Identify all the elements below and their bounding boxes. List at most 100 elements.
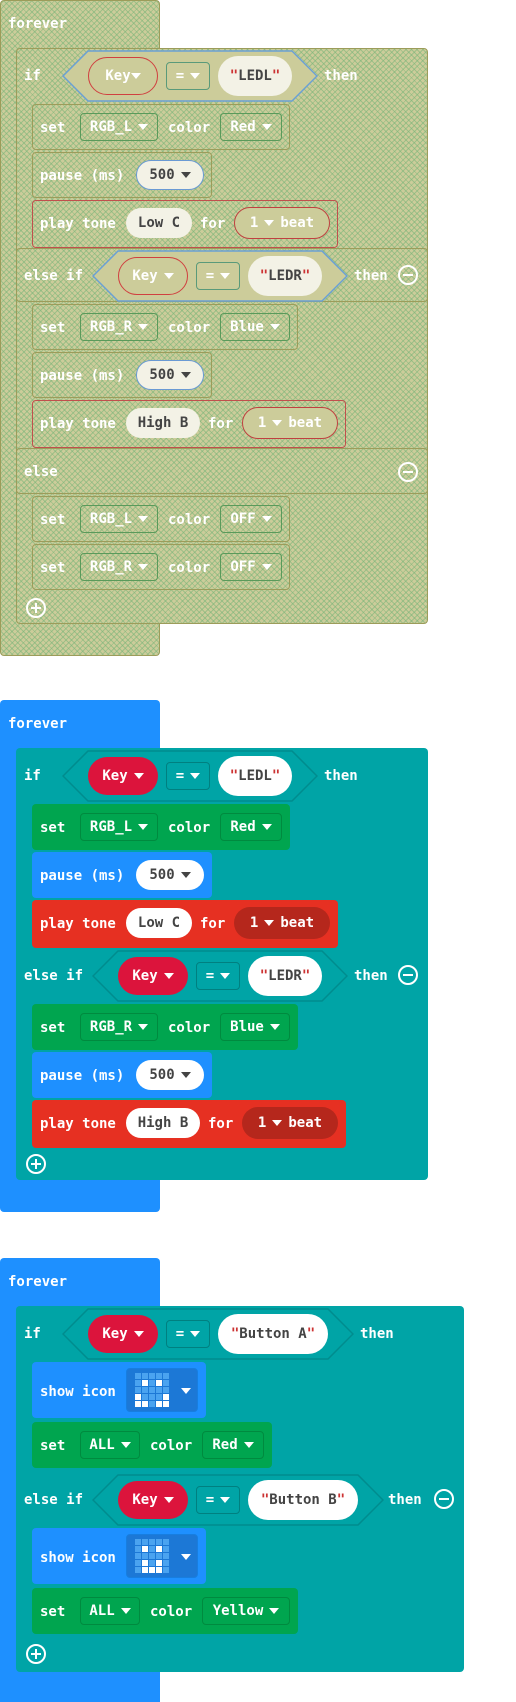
remove-icon[interactable] xyxy=(398,462,418,482)
key-dropdown[interactable]: Key xyxy=(118,257,188,295)
key-dropdown[interactable]: Key xyxy=(88,57,158,95)
else-row xyxy=(16,448,428,494)
note-value[interactable]: Low C xyxy=(126,208,192,238)
color-dropdown[interactable]: Red xyxy=(202,1431,264,1459)
color-dropdown[interactable]: OFF xyxy=(220,553,282,581)
dropdown-arrow-icon xyxy=(120,1608,131,1614)
key-dropdown[interactable]: Key xyxy=(118,1481,188,1519)
string-value[interactable]: " LEDL " xyxy=(218,756,292,796)
operator-dropdown[interactable]: = xyxy=(166,1320,210,1348)
operator-dropdown[interactable]: = xyxy=(196,262,240,290)
if-label: if xyxy=(24,768,41,784)
color-label: color xyxy=(168,1020,211,1036)
dropdown-arrow-icon xyxy=(133,773,144,779)
led-dropdown[interactable]: RGB_R xyxy=(80,313,158,341)
led-dropdown[interactable]: RGB_L xyxy=(80,813,158,841)
dropdown-arrow-icon xyxy=(272,420,283,426)
add-icon[interactable] xyxy=(26,1644,46,1664)
dropdown-arrow-icon xyxy=(138,824,149,830)
dropdown-arrow-icon xyxy=(220,273,231,279)
string-value[interactable]: " LEDR " xyxy=(248,256,322,296)
remove-icon[interactable] xyxy=(434,1489,454,1509)
string-value[interactable]: " Button B " xyxy=(248,1480,358,1520)
color-dropdown[interactable]: OFF xyxy=(220,505,282,533)
pause-label: pause (ms) xyxy=(40,868,125,884)
dropdown-arrow-icon xyxy=(138,124,149,130)
beat-dropdown[interactable]: 1 beat xyxy=(234,207,330,239)
key-dropdown[interactable]: Key xyxy=(88,1315,158,1353)
operator-dropdown[interactable]: = xyxy=(196,1486,240,1514)
beat-dropdown[interactable]: 1 beat xyxy=(242,407,338,439)
dropdown-arrow-icon xyxy=(138,516,149,522)
note-value[interactable]: High B xyxy=(126,408,200,438)
color-label: color xyxy=(150,1438,193,1454)
if-label: if xyxy=(24,68,41,84)
operator-dropdown[interactable]: = xyxy=(196,962,240,990)
forever-label: forever xyxy=(8,16,68,32)
color-dropdown[interactable]: Blue xyxy=(220,313,290,341)
beat-dropdown[interactable]: 1 beat xyxy=(234,907,330,939)
then-label: then xyxy=(360,1326,394,1342)
operator-dropdown[interactable]: = xyxy=(166,62,210,90)
dropdown-arrow-icon xyxy=(180,172,191,178)
string-value[interactable]: " Button A " xyxy=(218,1314,328,1354)
string-value[interactable]: " LEDR " xyxy=(248,956,322,996)
then-label: then xyxy=(388,1492,422,1508)
dropdown-arrow-icon xyxy=(163,1497,174,1503)
beat-dropdown[interactable]: 1 beat xyxy=(242,1107,338,1139)
set-label: set xyxy=(40,512,66,528)
add-icon[interactable] xyxy=(26,1154,46,1174)
quote-icon: " xyxy=(336,1492,346,1508)
icon-picker[interactable] xyxy=(126,1534,198,1578)
note-value[interactable]: Low C xyxy=(126,908,192,938)
color-dropdown[interactable]: Yellow xyxy=(202,1597,290,1625)
led-dropdown[interactable]: ALL xyxy=(80,1431,140,1459)
dropdown-arrow-icon xyxy=(269,324,280,330)
quote-icon: " xyxy=(301,268,311,284)
dropdown-arrow-icon xyxy=(190,773,201,779)
remove-icon[interactable] xyxy=(398,265,418,285)
for-label: for xyxy=(208,1116,234,1132)
led-dropdown[interactable]: ALL xyxy=(80,1597,140,1625)
add-icon[interactable] xyxy=(26,598,46,618)
remove-icon[interactable] xyxy=(398,965,418,985)
key-dropdown[interactable]: Key xyxy=(88,757,158,795)
quote-icon: " xyxy=(260,1492,270,1508)
set-label: set xyxy=(40,120,66,136)
led-dropdown[interactable]: RGB_L xyxy=(80,113,158,141)
dropdown-arrow-icon xyxy=(269,1024,280,1030)
else-if-label: else if xyxy=(24,1492,84,1508)
key-dropdown[interactable]: Key xyxy=(118,957,188,995)
led-dropdown[interactable]: RGB_R xyxy=(80,553,158,581)
quote-icon: " xyxy=(229,768,239,784)
else-if-label: else if xyxy=(24,268,84,284)
dropdown-arrow-icon xyxy=(120,1442,131,1448)
operator-dropdown[interactable]: = xyxy=(166,762,210,790)
show-icon-label: show icon xyxy=(40,1550,116,1566)
quote-icon: " xyxy=(301,968,311,984)
string-value[interactable]: " LEDL " xyxy=(218,56,292,96)
pause-label: pause (ms) xyxy=(40,1068,125,1084)
color-dropdown[interactable]: Blue xyxy=(220,1013,290,1041)
color-label: color xyxy=(168,120,211,136)
if-label: if xyxy=(24,1326,41,1342)
led-dropdown[interactable]: RGB_R xyxy=(80,1013,158,1041)
pause-value[interactable]: 500 xyxy=(136,160,204,190)
dropdown-arrow-icon xyxy=(180,872,191,878)
color-label: color xyxy=(168,560,211,576)
note-value[interactable]: High B xyxy=(126,1108,200,1138)
led-dropdown[interactable]: RGB_L xyxy=(80,505,158,533)
play-tone-label: play tone xyxy=(40,416,116,432)
icon-picker[interactable] xyxy=(126,1368,198,1412)
play-tone-label: play tone xyxy=(40,916,116,932)
pause-value[interactable]: 500 xyxy=(136,860,204,890)
pause-label: pause (ms) xyxy=(40,168,125,184)
dropdown-arrow-icon xyxy=(163,273,174,279)
color-dropdown[interactable]: Red xyxy=(220,113,282,141)
color-dropdown[interactable]: Red xyxy=(220,813,282,841)
pause-value[interactable]: 500 xyxy=(136,1060,204,1090)
set-label: set xyxy=(40,1438,66,1454)
pause-value[interactable]: 500 xyxy=(136,360,204,390)
play-tone-label: play tone xyxy=(40,216,116,232)
dropdown-arrow-icon xyxy=(269,1608,280,1614)
